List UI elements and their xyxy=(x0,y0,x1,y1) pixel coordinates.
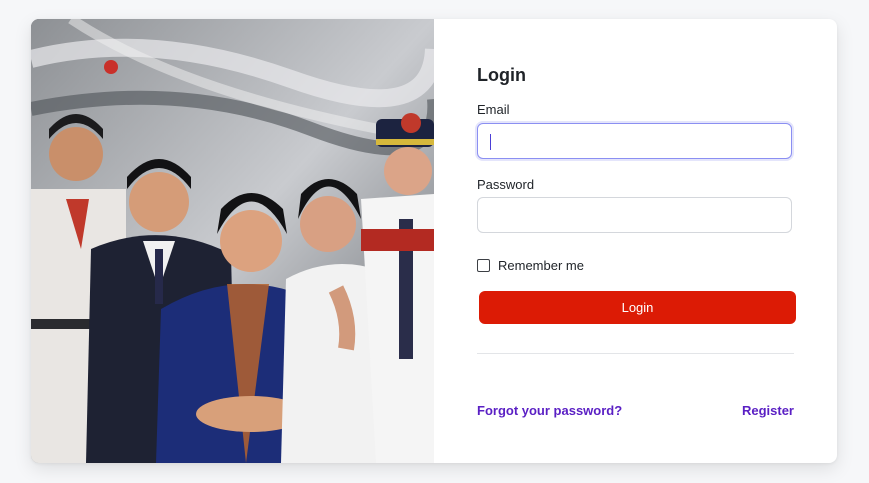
forgot-password-link[interactable]: Forgot your password? xyxy=(477,403,622,418)
password-field[interactable] xyxy=(477,197,792,233)
login-button[interactable]: Login xyxy=(479,291,796,324)
remember-me-checkbox[interactable] xyxy=(477,258,490,272)
text-caret xyxy=(490,134,491,150)
crew-photo-image xyxy=(31,19,434,463)
register-link[interactable]: Register xyxy=(742,403,794,418)
remember-me-label[interactable]: Remember me xyxy=(498,258,584,273)
remember-me-row[interactable]: Remember me xyxy=(477,257,584,273)
login-card: Login Email Password Remember me Login F… xyxy=(31,19,837,463)
password-label: Password xyxy=(477,177,535,192)
email-label: Email xyxy=(477,102,510,117)
login-panel: Login Email Password Remember me Login F… xyxy=(434,19,837,463)
page-title: Login xyxy=(477,65,526,85)
email-field[interactable] xyxy=(477,123,792,159)
crew-photo xyxy=(31,19,434,463)
divider xyxy=(477,353,794,354)
